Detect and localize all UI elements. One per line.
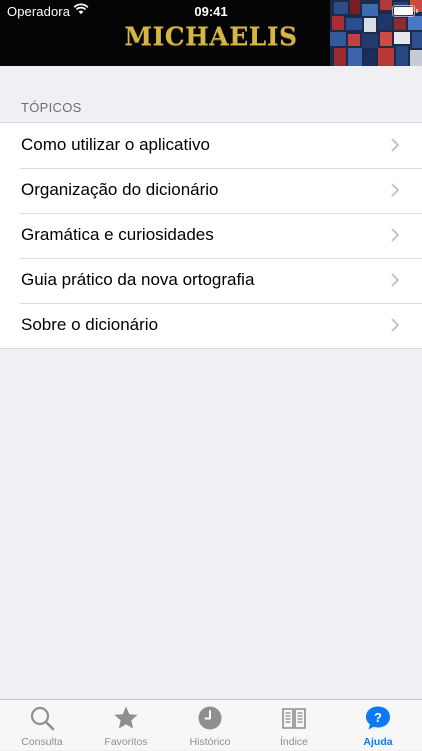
tab-historico[interactable]: Histórico bbox=[168, 700, 252, 751]
tab-label: Índice bbox=[279, 736, 309, 748]
book-icon bbox=[282, 708, 306, 729]
tab-favoritos[interactable]: Favoritos bbox=[84, 700, 168, 751]
topic-spelling-guide[interactable]: Guia prático da nova ortografia bbox=[0, 258, 422, 303]
topic-label: Sobre o dicionário bbox=[21, 315, 159, 334]
chevron-right-icon bbox=[391, 138, 399, 152]
battery-icon bbox=[392, 5, 415, 17]
status-bar: Operadora 09:41 bbox=[0, 0, 422, 24]
star-icon bbox=[114, 706, 138, 729]
topic-how-to-use[interactable]: Como utilizar o aplicativo bbox=[0, 123, 422, 168]
michaelis-logo: MICHAELIS bbox=[124, 22, 298, 51]
clock-icon bbox=[198, 706, 222, 730]
tab-label: Favoritos bbox=[104, 736, 148, 748]
battery-tip bbox=[416, 9, 418, 13]
tab-label: Histórico bbox=[189, 736, 231, 748]
topic-dictionary-organization[interactable]: Organização do dicionário bbox=[0, 168, 422, 213]
svg-text:?: ? bbox=[374, 710, 382, 725]
tab-ajuda[interactable]: ? Ajuda bbox=[336, 700, 420, 751]
tab-bar: Consulta Favoritos Histórico Índice ? Aj… bbox=[0, 699, 422, 750]
tab-indice[interactable]: Índice bbox=[252, 700, 336, 751]
chevron-right-icon bbox=[391, 318, 399, 332]
topics-list: Como utilizar o aplicativo Organização d… bbox=[0, 122, 422, 349]
topic-about-dictionary[interactable]: Sobre o dicionário bbox=[0, 303, 422, 348]
tab-consulta[interactable]: Consulta bbox=[0, 700, 84, 751]
app-header: Operadora 09:41 MICHAELIS bbox=[0, 0, 422, 66]
status-time: 09:41 bbox=[194, 4, 228, 19]
tab-label: Consulta bbox=[21, 736, 63, 748]
chevron-right-icon bbox=[391, 273, 399, 287]
tab-label: Ajuda bbox=[363, 736, 393, 748]
chevron-right-icon bbox=[391, 183, 399, 197]
topic-grammar-curiosities[interactable]: Gramática e curiosidades bbox=[0, 213, 422, 258]
topic-label: Como utilizar o aplicativo bbox=[21, 135, 210, 154]
topic-label: Organização do dicionário bbox=[21, 180, 219, 199]
help-content: TÓPICOS Como utilizar o aplicativo Organ… bbox=[0, 66, 422, 699]
topic-label: Guia prático da nova ortografia bbox=[21, 270, 255, 289]
help-icon: ? bbox=[366, 706, 390, 730]
search-icon bbox=[30, 706, 55, 731]
topic-label: Gramática e curiosidades bbox=[21, 225, 214, 244]
topics-section-header: TÓPICOS bbox=[21, 100, 82, 115]
chevron-right-icon bbox=[391, 228, 399, 242]
